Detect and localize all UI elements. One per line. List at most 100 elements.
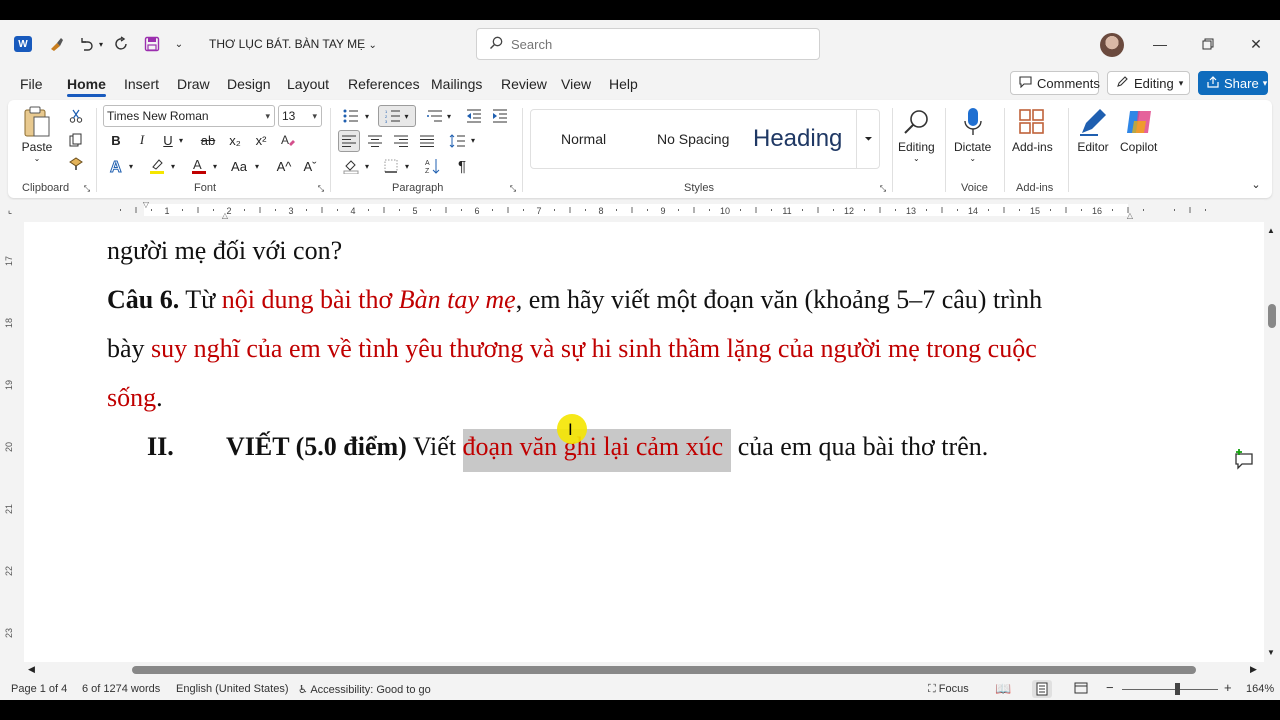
increase-indent-icon[interactable] — [490, 106, 510, 126]
bold-button[interactable]: B — [108, 130, 124, 150]
editor-button[interactable]: Editor — [1076, 104, 1110, 154]
tab-home[interactable]: Home — [67, 76, 106, 97]
search-input[interactable] — [511, 36, 801, 52]
strikethrough-button[interactable]: ab — [198, 130, 218, 150]
change-case-button[interactable]: Aa — [228, 156, 250, 176]
tab-layout[interactable]: Layout — [287, 76, 329, 92]
user-avatar[interactable] — [1100, 33, 1124, 57]
document-title[interactable]: THƠ LỤC BÁT. BÀN TAY MẸ ⌄ — [209, 37, 377, 51]
show-marks-button[interactable]: ¶ — [452, 156, 472, 176]
scroll-up-icon[interactable]: ▲ — [1267, 226, 1275, 235]
share-button[interactable]: Share ▾ — [1198, 71, 1268, 95]
font-color-icon[interactable]: A — [188, 156, 210, 176]
vertical-scrollbar[interactable]: ▲ ▼ — [1264, 222, 1280, 662]
read-mode-icon[interactable]: 📖 — [995, 681, 1011, 697]
restore-button[interactable] — [1196, 32, 1220, 56]
scroll-left-icon[interactable]: ◀ — [28, 664, 35, 675]
tab-view[interactable]: View — [561, 76, 591, 92]
format-painter-icon[interactable] — [66, 154, 86, 174]
dictate-button[interactable]: Dictate ⌄ — [954, 104, 991, 163]
dialog-launcher-icon[interactable]: ⤡ — [878, 184, 888, 194]
question-6-line[interactable]: Câu 6. Từ nội dung bài thơ Bàn tay mẹ, e… — [107, 285, 1042, 315]
borders-icon[interactable] — [380, 156, 402, 176]
comments-button[interactable]: Comments — [1010, 71, 1100, 95]
addins-button[interactable]: Add-ins — [1012, 104, 1053, 154]
numbering-icon[interactable]: 123 ▾ — [378, 105, 416, 127]
editing-mode-button[interactable]: Editing ▾ — [1107, 71, 1190, 95]
tab-help[interactable]: Help — [609, 76, 638, 92]
decrease-indent-icon[interactable] — [464, 106, 484, 126]
style-normal[interactable]: Normal — [561, 110, 606, 168]
hanging-indent-marker[interactable]: △ — [219, 210, 231, 220]
scroll-down-icon[interactable]: ▼ — [1267, 648, 1275, 657]
justify-icon[interactable] — [416, 130, 438, 152]
vertical-scroll-thumb[interactable] — [1268, 304, 1276, 328]
chevron-down-icon[interactable]: ▾ — [468, 130, 478, 150]
zoom-out-icon[interactable]: − — [1106, 680, 1114, 695]
word-count[interactable]: 6 of 1274 words — [82, 683, 160, 695]
chevron-down-icon[interactable]: ▾ — [362, 156, 372, 176]
cut-icon[interactable] — [66, 106, 86, 126]
undo-dropdown-icon[interactable]: ▾ — [96, 36, 106, 52]
font-name-combo[interactable]: Times New Roman ▾ — [103, 105, 275, 127]
clear-formatting-icon[interactable]: A — [278, 130, 298, 150]
new-comment-icon[interactable] — [1232, 448, 1256, 472]
first-line-indent-marker[interactable]: ▽ — [141, 200, 151, 209]
paragraph-line[interactable]: sống. — [107, 383, 163, 413]
style-no-spacing[interactable]: No Spacing — [657, 110, 729, 168]
zoom-in-icon[interactable]: + — [1224, 680, 1232, 695]
italic-button[interactable]: I — [134, 130, 150, 150]
language-status[interactable]: English (United States) — [176, 683, 289, 695]
align-right-icon[interactable] — [390, 130, 412, 152]
zoom-slider-thumb[interactable] — [1175, 683, 1180, 695]
tab-review[interactable]: Review — [501, 76, 547, 92]
autosave-brush-icon[interactable] — [46, 34, 66, 54]
align-left-icon[interactable] — [338, 130, 360, 152]
customize-qat-icon[interactable]: ⌄ — [172, 36, 186, 52]
line-spacing-icon[interactable] — [446, 130, 468, 152]
align-center-icon[interactable] — [364, 130, 386, 152]
paste-button[interactable]: Paste ⌄ — [20, 104, 54, 163]
search-box[interactable] — [476, 28, 820, 60]
highlight-color-icon[interactable] — [146, 156, 168, 176]
horizontal-scrollbar[interactable]: ◀ ▶ — [24, 662, 1264, 678]
shrink-font-button[interactable]: Aˇ — [300, 156, 320, 176]
scroll-right-icon[interactable]: ▶ — [1250, 664, 1257, 675]
underline-button[interactable]: U — [160, 130, 176, 150]
web-layout-icon[interactable] — [1074, 681, 1088, 698]
chevron-down-icon[interactable]: ▾ — [444, 106, 454, 126]
dialog-launcher-icon[interactable]: ⤡ — [508, 184, 518, 194]
chevron-down-icon[interactable]: ▾ — [252, 156, 262, 176]
tab-mailings[interactable]: Mailings — [431, 76, 482, 92]
tab-draw[interactable]: Draw — [177, 76, 210, 92]
dialog-launcher-icon[interactable]: ⤡ — [316, 184, 326, 194]
chevron-down-icon[interactable]: ▾ — [176, 130, 186, 150]
chevron-down-icon[interactable]: ▾ — [402, 156, 412, 176]
grow-font-button[interactable]: A^ — [274, 156, 294, 176]
subscript-button[interactable]: x₂ — [226, 130, 244, 150]
font-size-combo[interactable]: 13 ▾ — [278, 105, 322, 127]
dialog-launcher-icon[interactable]: ⤡ — [82, 184, 92, 194]
page-count[interactable]: Page 1 of 4 — [11, 683, 67, 695]
accessibility-status[interactable]: ♿ Accessibility: Good to go — [298, 683, 431, 696]
tab-design[interactable]: Design — [227, 76, 271, 92]
chevron-down-icon[interactable]: ▾ — [210, 156, 220, 176]
section-heading[interactable]: II. — [147, 432, 174, 462]
style-heading[interactable]: Heading — [753, 110, 842, 168]
horizontal-scroll-thumb[interactable] — [132, 666, 1196, 674]
zoom-level[interactable]: 164% — [1246, 683, 1274, 695]
chevron-down-icon[interactable]: ▾ — [126, 156, 136, 176]
document-page[interactable]: người mẹ đối với con? Câu 6. Từ nội dung… — [24, 222, 1264, 662]
editing-button[interactable]: Editing ⌄ — [898, 104, 935, 163]
close-button[interactable]: ✕ — [1244, 32, 1268, 56]
bullets-icon[interactable] — [340, 106, 362, 126]
chevron-down-icon[interactable]: ▾ — [168, 156, 178, 176]
collapse-ribbon-icon[interactable]: ⌄ — [1248, 176, 1264, 192]
right-indent-marker[interactable]: △ — [1124, 210, 1136, 220]
focus-button[interactable]: ⛶ Focus — [928, 683, 969, 696]
multilevel-list-icon[interactable] — [424, 106, 446, 126]
tab-insert[interactable]: Insert — [124, 76, 159, 92]
shading-icon[interactable] — [340, 156, 362, 176]
sort-icon[interactable]: AZ — [422, 156, 444, 176]
undo-icon[interactable] — [76, 34, 96, 54]
